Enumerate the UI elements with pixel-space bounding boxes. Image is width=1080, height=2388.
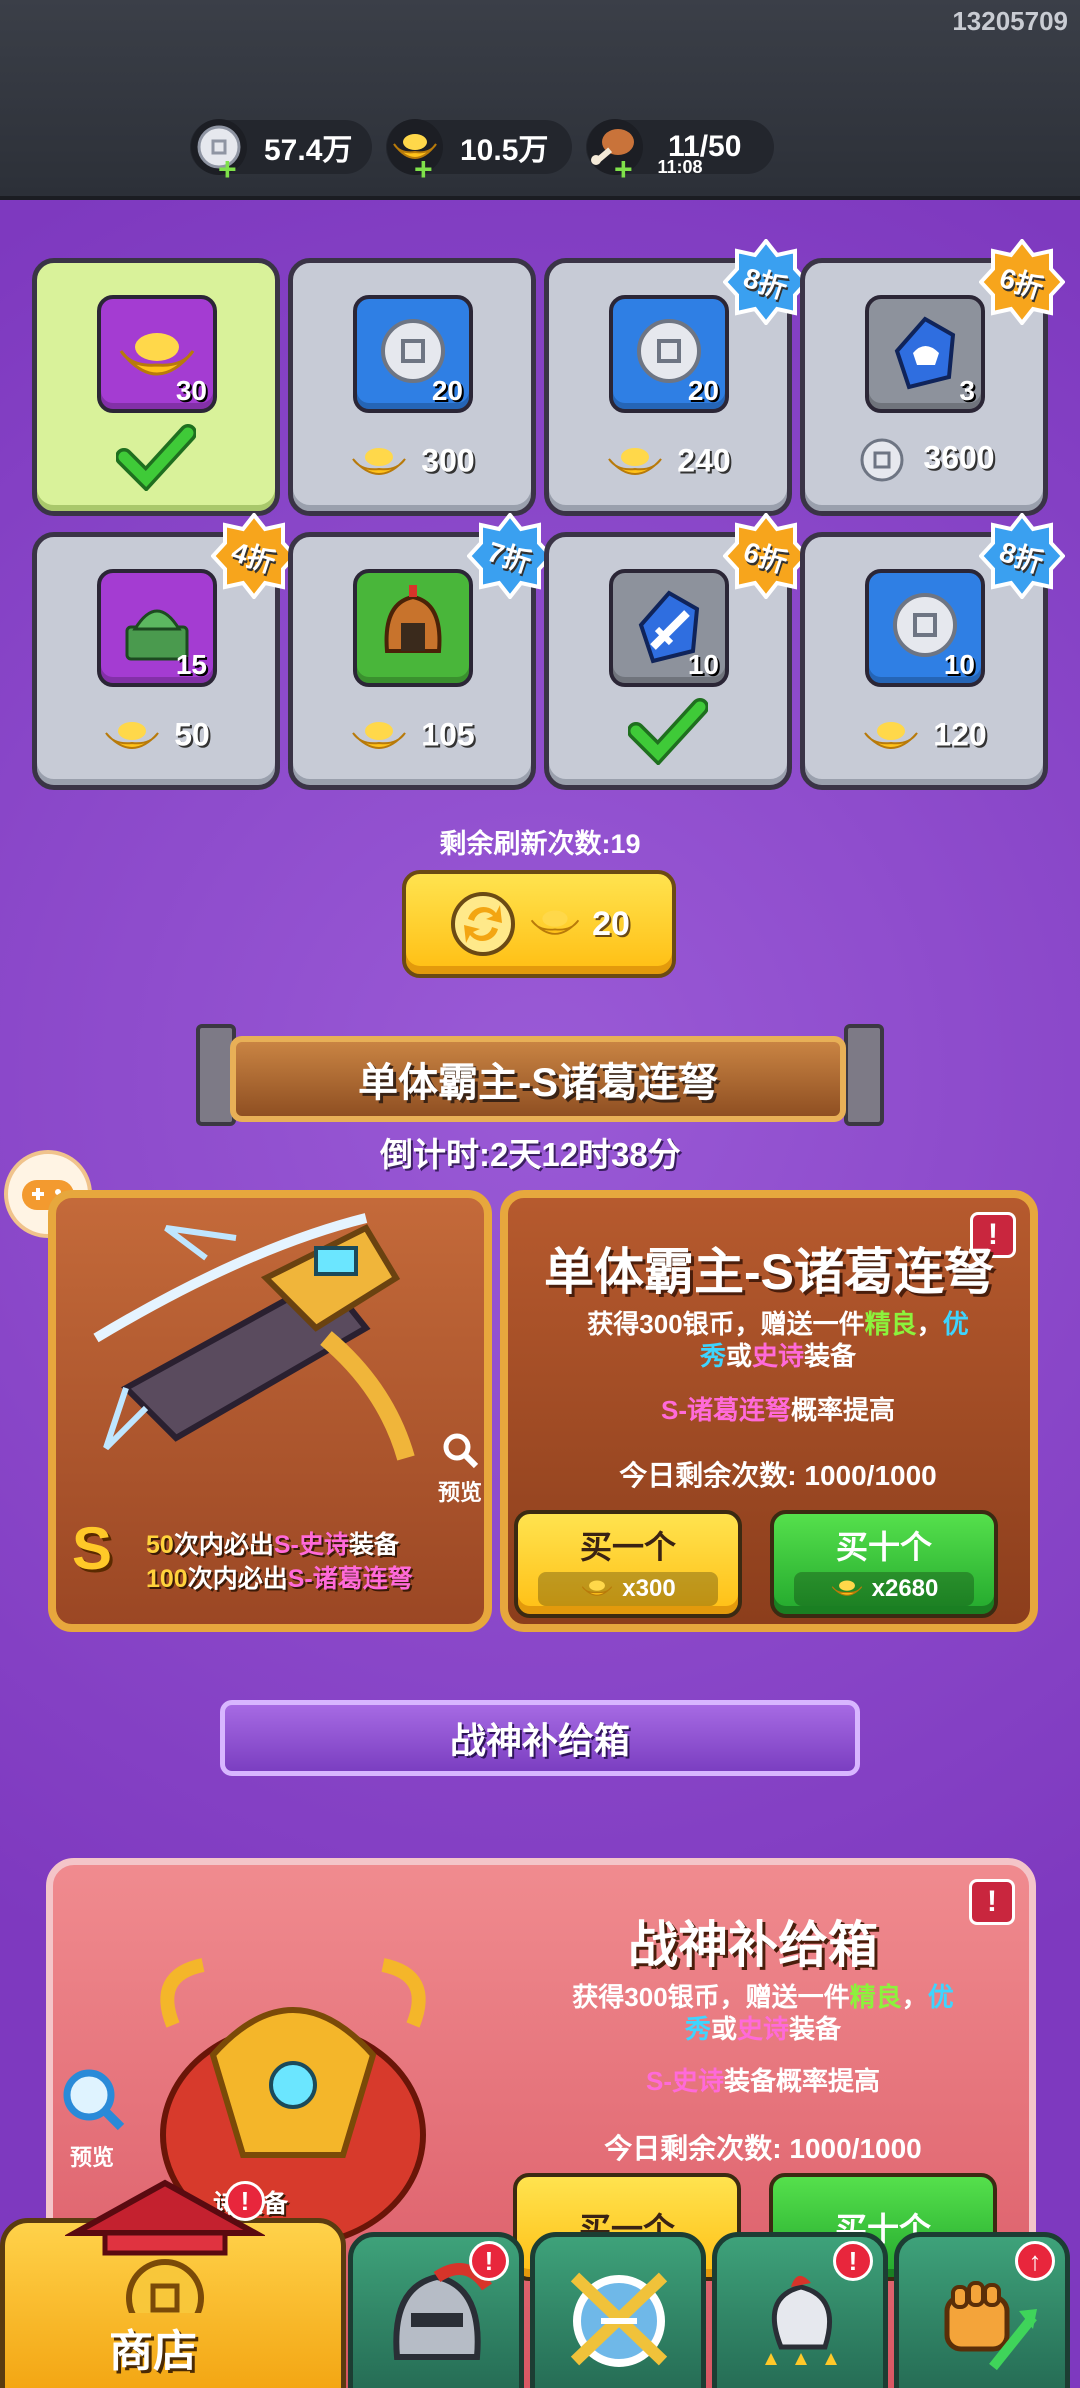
- item-icon-sword-shard: 10: [609, 569, 729, 687]
- silver-resource[interactable]: 57.4万 +: [190, 119, 372, 187]
- add-silver-icon[interactable]: +: [218, 151, 237, 188]
- event2-title: 战神补给箱: [628, 1917, 878, 1973]
- silver-value: 57.4万: [264, 134, 353, 167]
- refresh-button[interactable]: 20: [402, 870, 676, 978]
- event-preview-panel[interactable]: 预览 S 50次内必出S-史诗装备 100次内必出S-诸葛连弩: [48, 1190, 492, 1632]
- gold-ingot-icon: [352, 722, 407, 749]
- item-icon-silver: 20: [353, 295, 473, 413]
- event2-description: 获得300银币，赠送一件精良，优 秀或史诗装备: [572, 1982, 954, 2044]
- buy-one-button[interactable]: 买一个 x300: [514, 1510, 742, 1618]
- preview-button[interactable]: 预览: [57, 2065, 127, 2172]
- upgrade-alert-badge: ↑: [1015, 2241, 1055, 2281]
- add-stamina-icon[interactable]: +: [614, 151, 633, 188]
- refresh-count-text: 剩余刷新次数:19: [439, 829, 641, 859]
- event-info-panel: ! 单体霸主-S诸葛连弩 获得300银币，赠送一件精良，优 秀或史诗装备 S-诸葛…: [500, 1190, 1038, 1632]
- discount-badge: 6折: [723, 513, 809, 599]
- shop-item-5[interactable]: 15 50 4折: [32, 513, 297, 790]
- shop-item-2[interactable]: 20 300: [288, 258, 536, 516]
- preview-button[interactable]: 预览: [430, 1430, 484, 1507]
- shop-item-4[interactable]: 3 3600 6折: [800, 239, 1065, 516]
- gold-ingot-icon: [582, 1580, 613, 1596]
- rate-up-text: S-诸葛连弩概率提高: [660, 1395, 896, 1425]
- event2-daily-remaining: 今日剩余次数: 1000/1000: [604, 2133, 922, 2164]
- item-price: 300: [293, 441, 531, 485]
- magnifier-icon: [63, 2069, 125, 2131]
- event-description: 获得300银币，赠送一件精良，优 秀或史诗装备: [587, 1309, 969, 1371]
- event2-rate-up-text: S-史诗装备概率提高: [645, 2066, 881, 2096]
- shop-item-6[interactable]: 105 7折: [288, 513, 553, 790]
- item-price: 240: [549, 441, 787, 485]
- pet-alert-badge: !: [833, 2241, 873, 2281]
- shop-item-1[interactable]: 30: [32, 258, 280, 516]
- gold-ingot-icon: [831, 1580, 862, 1596]
- shop-item-3[interactable]: 20 240 8折: [544, 239, 809, 516]
- item-icon-jade-seal: 15: [97, 569, 217, 687]
- guarantee-text: 50次内必出S-史诗装备 100次内必出S-诸葛连弩: [146, 1531, 413, 1593]
- item-icon-helmet-shard: 3: [865, 295, 985, 413]
- nav-tab-pet[interactable]: !: [712, 2232, 888, 2388]
- item-icon-gold-ingot: 30: [97, 295, 217, 413]
- s-grade-icon: S: [72, 1515, 113, 1582]
- discount-badge: 4折: [211, 513, 297, 599]
- discount-badge: 7折: [467, 513, 553, 599]
- top-bar: 13205709 57.4万 + 10.5万 + 11/50 11:08 +: [0, 0, 1080, 200]
- gold-ingot-icon: [864, 722, 919, 749]
- nav-shop-label: 商店: [109, 2327, 197, 2376]
- crossbow-weapon-icon: [93, 1213, 415, 1461]
- buy-ten-button[interactable]: 买十个 x2680: [770, 1510, 998, 1618]
- gold-ingot-icon: [608, 448, 663, 475]
- item-icon-silver: 20: [609, 295, 729, 413]
- hero-alert-badge: !: [469, 2241, 509, 2281]
- gold-ingot-icon: [352, 448, 407, 475]
- add-gold-icon[interactable]: +: [414, 151, 433, 188]
- discount-badge: 8折: [979, 513, 1065, 599]
- item-icon-silver: 10: [865, 569, 985, 687]
- warrior-helmet-icon: [384, 585, 442, 653]
- event-countdown: 倒计时:2天12时38分: [380, 1136, 681, 1173]
- stamina-resource[interactable]: 11/50 11:08 +: [586, 119, 774, 187]
- event-title: 单体霸主-S诸葛连弩: [544, 1244, 994, 1300]
- sold-check-icon: [116, 424, 196, 491]
- discount-badge: 8折: [723, 239, 809, 325]
- magnifier-icon: [443, 1433, 479, 1469]
- item-price: 50: [37, 715, 275, 759]
- event2-banner: 战神补给箱: [220, 1700, 860, 1776]
- gold-value: 10.5万: [460, 134, 549, 167]
- shop-item-7[interactable]: 10 6折: [544, 513, 809, 790]
- nav-tab-hero[interactable]: !: [348, 2232, 524, 2388]
- silver-coin-icon: [860, 438, 904, 482]
- gold-resource[interactable]: 10.5万 +: [386, 119, 572, 187]
- nav-tab-battle[interactable]: [530, 2232, 706, 2388]
- item-icon-warrior-helmet: [353, 569, 473, 687]
- item-price: 105: [293, 715, 531, 759]
- bottom-navigation: ! 商店 ! ! ↑: [0, 2179, 1080, 2388]
- daily-remaining: 今日剩余次数: 1000/1000: [619, 1460, 937, 1491]
- nav-tab-upgrade[interactable]: ↑: [894, 2232, 1070, 2388]
- refresh-icon: [451, 892, 516, 956]
- shop-item-8[interactable]: 10 120 8折: [800, 513, 1065, 790]
- item-price: 3600: [805, 435, 1043, 485]
- sold-check-icon: [628, 698, 708, 765]
- nav-tab-shop[interactable]: ! 商店: [0, 2179, 346, 2388]
- gold-ingot-icon: [105, 722, 160, 749]
- player-uid: 13205709: [952, 6, 1068, 36]
- crossed-swords-shield-icon: [570, 2272, 668, 2367]
- item-price: 120: [805, 715, 1043, 759]
- discount-badge: 6折: [979, 239, 1065, 325]
- event-banner: 单体霸主-S诸葛连弩: [230, 1036, 846, 1122]
- gold-ingot-icon: [530, 910, 580, 935]
- shop-alert-badge: !: [225, 2181, 265, 2221]
- banner-pillar: [844, 1024, 884, 1126]
